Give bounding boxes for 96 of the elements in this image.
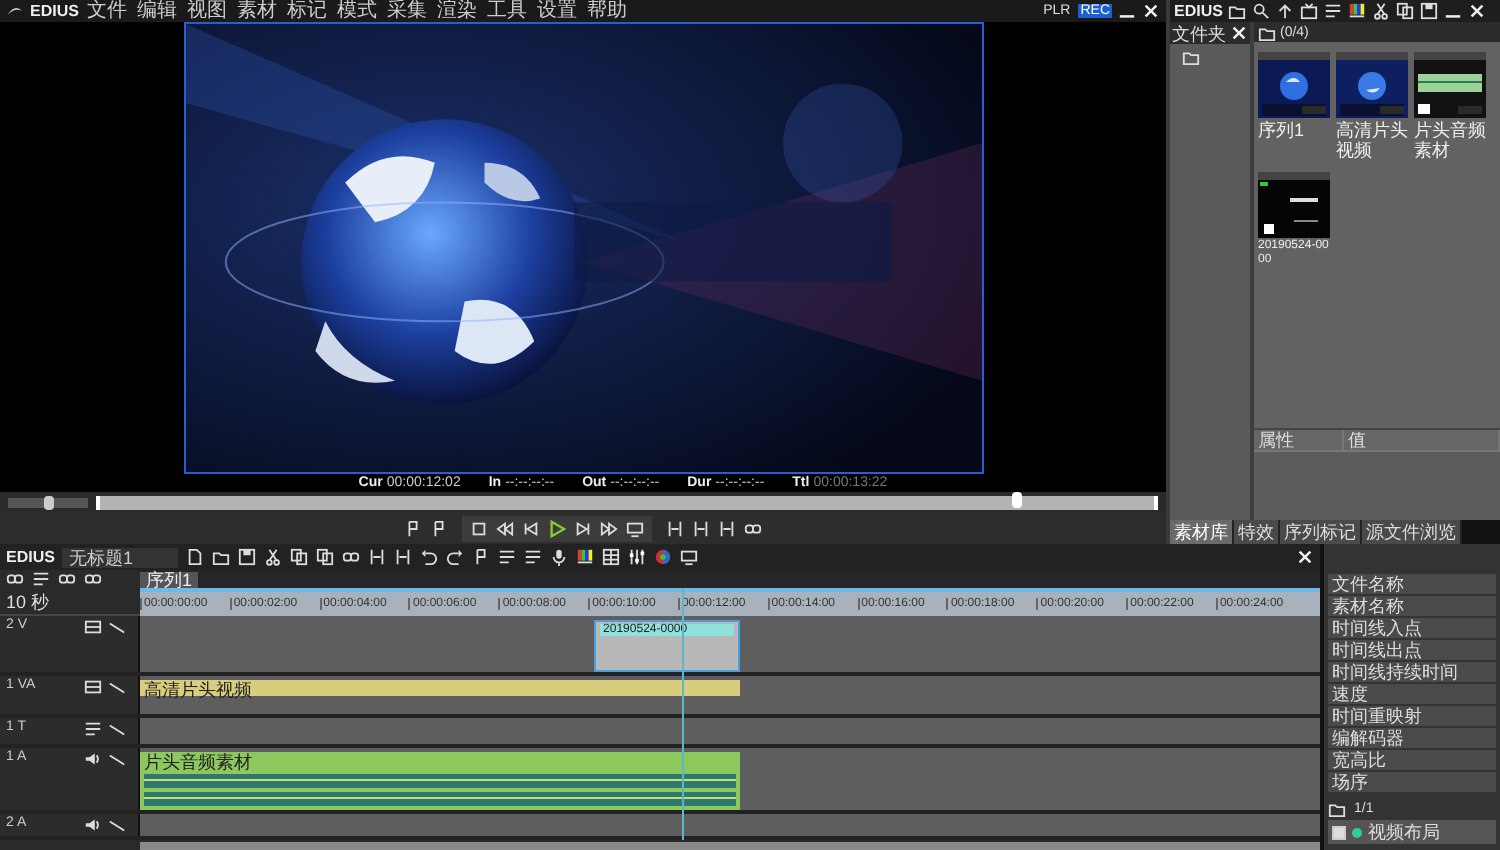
microphone-icon[interactable] bbox=[550, 548, 569, 566]
save-icon[interactable] bbox=[238, 548, 257, 566]
clip-name: 序列1 bbox=[1258, 120, 1307, 140]
scrub-thumb[interactable] bbox=[1012, 491, 1023, 507]
menu-item[interactable]: 视图 bbox=[184, 0, 229, 22]
folder-icon bbox=[1328, 800, 1346, 818]
stop-icon[interactable] bbox=[470, 519, 488, 537]
speaker-icon[interactable] bbox=[84, 816, 102, 834]
menu-item[interactable]: 工具 bbox=[484, 0, 529, 22]
save-icon[interactable] bbox=[1420, 2, 1439, 20]
scissors-icon[interactable] bbox=[264, 548, 283, 566]
close-icon[interactable] bbox=[1468, 2, 1487, 20]
close-icon[interactable] bbox=[1296, 548, 1314, 566]
panel-tab[interactable]: 序列标记 bbox=[1280, 520, 1362, 544]
search-icon[interactable] bbox=[1252, 2, 1271, 20]
layer-item[interactable]: 视频布局 bbox=[1328, 820, 1496, 844]
text-lines-icon[interactable] bbox=[524, 548, 543, 566]
app-logo: EDIUS bbox=[6, 548, 55, 566]
up-arrow-icon[interactable] bbox=[1276, 2, 1295, 20]
tab-label: 文件夹 bbox=[1172, 23, 1226, 43]
column-header: 属性 bbox=[1254, 430, 1344, 452]
copy-icon[interactable] bbox=[1396, 2, 1415, 20]
info-field: 编解码器 bbox=[1328, 728, 1496, 748]
close-icon[interactable] bbox=[1142, 2, 1160, 20]
checkbox[interactable] bbox=[1332, 825, 1346, 839]
step-back-icon[interactable] bbox=[522, 519, 540, 537]
scrub-bar[interactable] bbox=[96, 495, 1158, 509]
link-icon[interactable] bbox=[744, 519, 762, 537]
layer-name: 视频布局 bbox=[1368, 822, 1440, 842]
scrollbar[interactable] bbox=[140, 842, 1320, 850]
redo-icon[interactable] bbox=[446, 548, 465, 566]
text-lines-icon[interactable] bbox=[1324, 2, 1343, 20]
scissors-icon[interactable] bbox=[1372, 2, 1391, 20]
app-logo: EDIUS bbox=[30, 2, 79, 20]
monitor-icon[interactable] bbox=[626, 519, 644, 537]
timeline-clip[interactable]: 高清片头视频 bbox=[140, 680, 741, 696]
timeline-clip[interactable]: 片头音频素材 bbox=[140, 752, 741, 810]
undo-icon[interactable] bbox=[420, 548, 439, 566]
fast-forward-icon[interactable] bbox=[600, 519, 618, 537]
link-icon[interactable] bbox=[84, 570, 102, 588]
clip-name: 片头音频素材 bbox=[1414, 120, 1486, 160]
folder-tab[interactable]: 文件夹 bbox=[1170, 22, 1250, 44]
flag-icon[interactable] bbox=[430, 519, 448, 537]
flag-icon[interactable] bbox=[472, 548, 491, 566]
sliders-icon[interactable] bbox=[628, 548, 647, 566]
clip-thumbnail[interactable] bbox=[1258, 52, 1330, 118]
status-dot bbox=[1352, 827, 1362, 837]
slider-thumb[interactable] bbox=[44, 496, 54, 510]
column-header: 值 bbox=[1344, 430, 1500, 452]
close-icon[interactable] bbox=[1230, 24, 1248, 42]
color-bars-icon[interactable] bbox=[576, 548, 595, 566]
info-field: 时间线持续时间 bbox=[1328, 662, 1496, 682]
text-lines-icon[interactable] bbox=[32, 570, 50, 588]
menu-item[interactable]: 编辑 bbox=[134, 0, 179, 22]
info-field: 文件名称 bbox=[1328, 574, 1496, 594]
text-lines-icon[interactable] bbox=[498, 548, 517, 566]
info-field: 宽高比 bbox=[1328, 750, 1496, 770]
document-icon[interactable] bbox=[186, 548, 205, 566]
info-field: 时间线出点 bbox=[1328, 640, 1496, 660]
menu-item[interactable]: 采集 bbox=[384, 0, 429, 22]
grid-icon[interactable] bbox=[602, 548, 621, 566]
color-bars-icon[interactable] bbox=[1348, 2, 1367, 20]
info-field: 场序 bbox=[1328, 772, 1496, 792]
menu-item[interactable]: 设置 bbox=[534, 0, 579, 22]
panel-tab[interactable]: 源文件浏览 bbox=[1362, 520, 1462, 544]
app-logo: EDIUS bbox=[1174, 2, 1223, 20]
link-icon[interactable] bbox=[342, 548, 361, 566]
flag-icon[interactable] bbox=[404, 519, 422, 537]
menu-item[interactable]: 模式 bbox=[334, 0, 379, 22]
rewind-icon[interactable] bbox=[496, 519, 514, 537]
info-field: 速度 bbox=[1328, 684, 1496, 704]
folder-icon[interactable] bbox=[212, 548, 231, 566]
clip-name: 片头音频素材 bbox=[144, 754, 252, 772]
text-lines-icon[interactable] bbox=[84, 720, 102, 738]
info-field: 素材名称 bbox=[1328, 596, 1496, 616]
project-name: 无标题1 bbox=[62, 547, 179, 567]
link-icon[interactable] bbox=[6, 570, 24, 588]
menu-item[interactable]: 素材 bbox=[234, 0, 279, 22]
clip-name: 高清片头视频 bbox=[1336, 120, 1408, 160]
monitor-icon[interactable] bbox=[680, 548, 699, 566]
menu-item[interactable]: 标记 bbox=[284, 0, 329, 22]
clip-thumbnail[interactable] bbox=[1414, 52, 1486, 118]
panel-tab[interactable]: 特效 bbox=[1234, 520, 1280, 544]
link-icon[interactable] bbox=[58, 570, 76, 588]
info-field: 时间线入点 bbox=[1328, 618, 1496, 638]
info-field: 时间重映射 bbox=[1328, 706, 1496, 726]
clip-thumbnail[interactable] bbox=[1258, 172, 1330, 238]
clip-name: 高清片头视频 bbox=[144, 682, 252, 700]
color-wheel-icon[interactable] bbox=[654, 548, 673, 566]
play-icon[interactable] bbox=[548, 519, 566, 537]
monitor-icon[interactable] bbox=[1300, 2, 1319, 20]
step-forward-icon[interactable] bbox=[574, 519, 592, 537]
panel-tab[interactable]: 素材库 bbox=[1170, 520, 1234, 544]
speaker-icon[interactable] bbox=[84, 750, 102, 768]
clip-thumbnail[interactable] bbox=[1336, 52, 1408, 118]
menu-item[interactable]: 帮助 bbox=[584, 0, 629, 22]
